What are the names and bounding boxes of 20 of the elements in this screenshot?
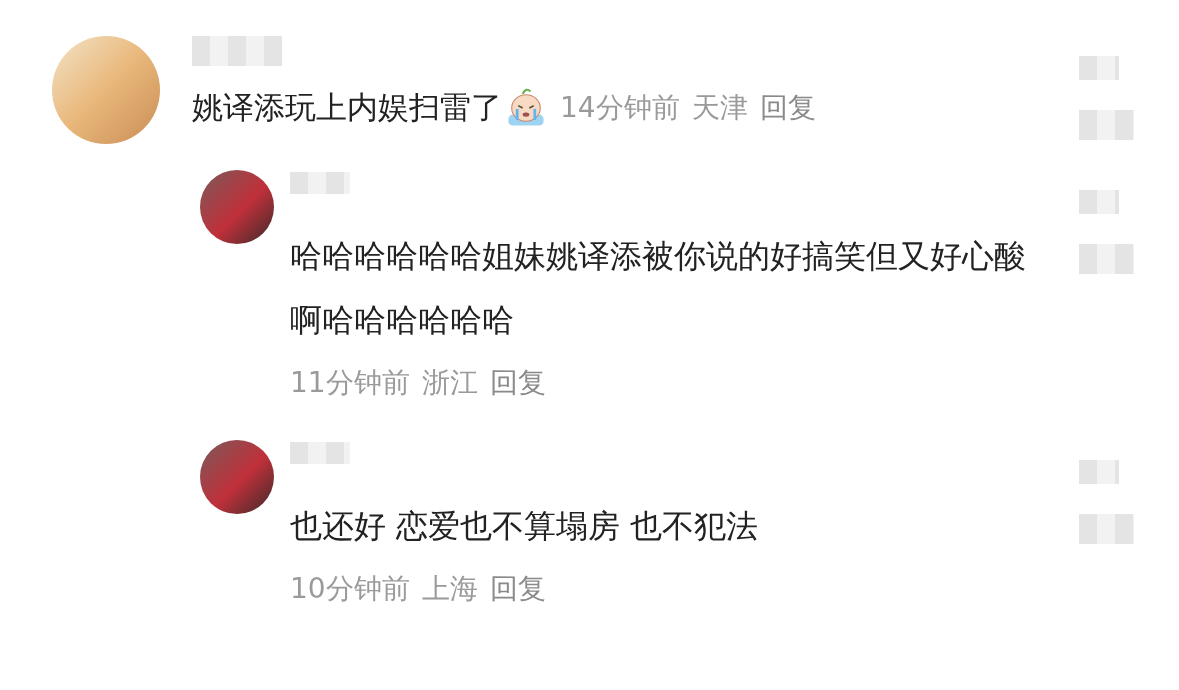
comment-text: 姚译添玩上内娱扫雷了 <box>192 88 502 127</box>
comment-time: 14分钟前 <box>560 90 680 126</box>
reply-text: 也还好 恋爱也不算塌房 也不犯法 <box>290 506 760 547</box>
pixelated-block <box>1079 56 1119 80</box>
reply-location: 上海 <box>421 571 478 607</box>
reply-location: 浙江 <box>421 365 478 401</box>
pixelated-username <box>290 172 350 194</box>
reply-link[interactable]: 回复 <box>759 89 816 127</box>
pixelated-username <box>290 442 350 464</box>
reply-time: 10分钟前 <box>290 571 410 607</box>
reply-link[interactable]: 回复 <box>489 364 546 402</box>
pixelated-block <box>1079 514 1134 544</box>
pixelated-block <box>1079 460 1119 484</box>
pixelated-block <box>1079 110 1134 140</box>
reply-link[interactable]: 回复 <box>489 570 546 608</box>
comment-location: 天津 <box>691 90 748 126</box>
pixelated-block <box>1079 244 1134 274</box>
reply-time: 11分钟前 <box>290 365 410 401</box>
pixelated-block <box>1079 190 1119 214</box>
reply-text: 哈哈哈哈哈哈姐妹姚译添被你说的好搞笑但又好心酸啊哈哈哈哈哈哈 <box>290 236 1027 341</box>
